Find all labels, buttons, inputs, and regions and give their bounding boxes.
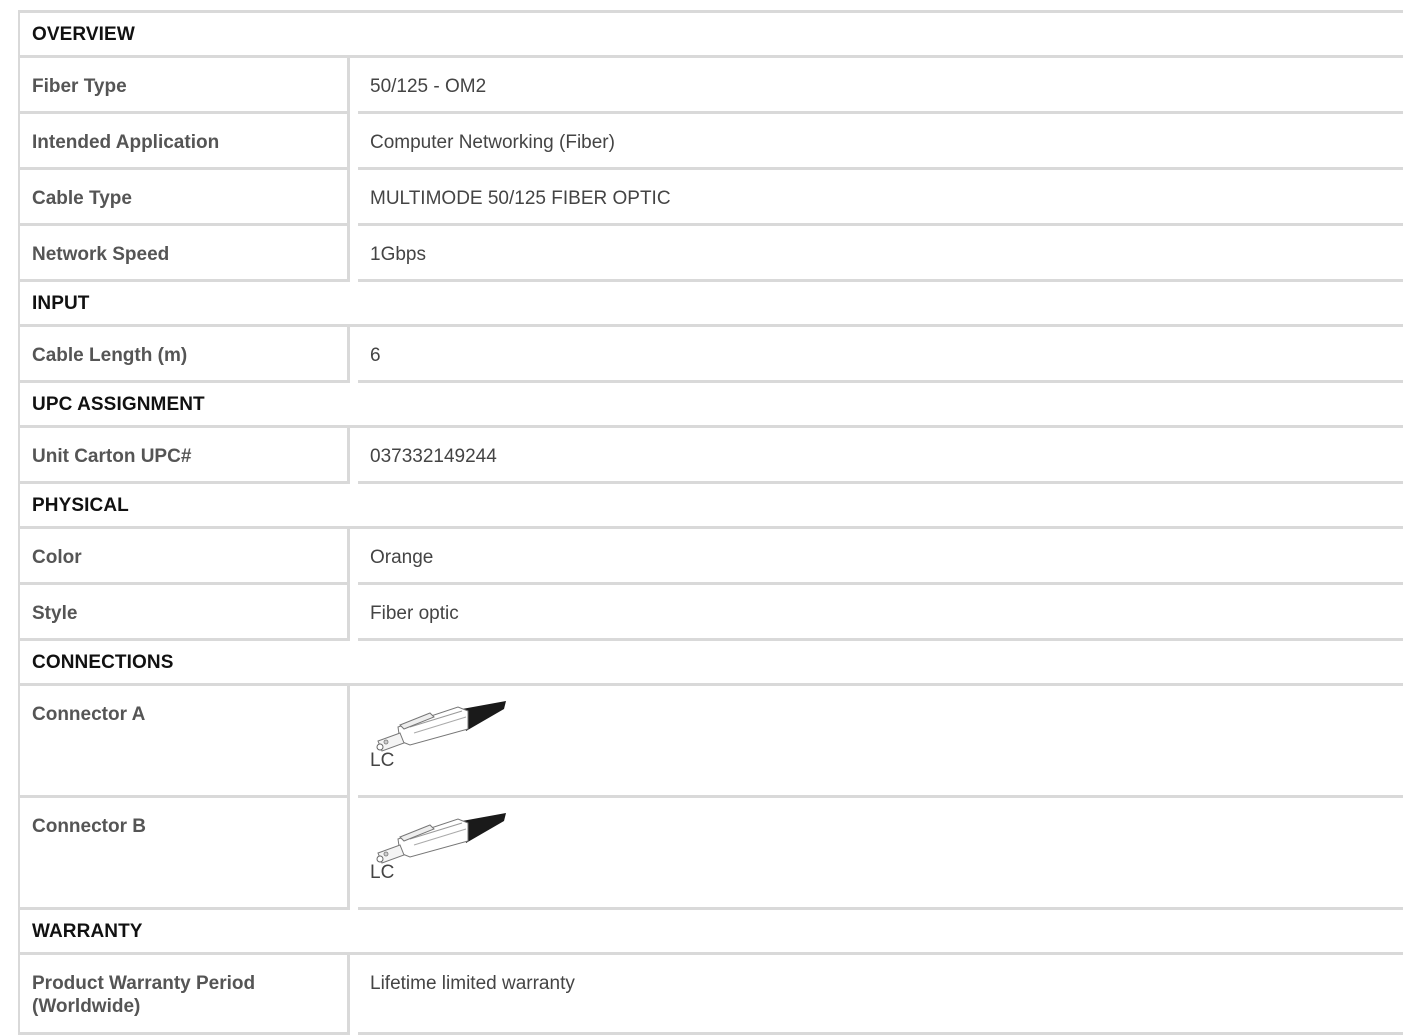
- connector-type-label: LC: [370, 750, 395, 771]
- spec-value: MULTIMODE 50/125 FIBER OPTIC: [358, 170, 1403, 226]
- spec-value: LC: [358, 686, 1403, 798]
- spec-row-connector-a: Connector A LC: [20, 686, 1403, 798]
- section-title: CONNECTIONS: [32, 652, 174, 673]
- spec-row-color: Color Orange: [20, 529, 1403, 585]
- spec-label: Network Speed: [20, 226, 350, 282]
- section-title: OVERVIEW: [32, 24, 135, 45]
- section-title: PHYSICAL: [32, 495, 129, 516]
- spec-row-cable-length: Cable Length (m) 6: [20, 327, 1403, 383]
- lc-connector-icon: [376, 701, 506, 752]
- spec-row-unit-carton-upc: Unit Carton UPC# 037332149244: [20, 428, 1403, 484]
- lc-connector-icon: [376, 813, 506, 864]
- spec-value: Fiber optic: [358, 585, 1403, 641]
- spec-label: Cable Type: [20, 170, 350, 226]
- spec-value: 037332149244: [358, 428, 1403, 484]
- spec-value: Computer Networking (Fiber): [358, 114, 1403, 170]
- section-header-upc-assignment: UPC ASSIGNMENT: [20, 383, 1403, 428]
- spec-value: LC: [358, 798, 1403, 910]
- section-header-physical: PHYSICAL: [20, 484, 1403, 529]
- section-header-overview: OVERVIEW: [20, 13, 1403, 58]
- spec-label: Style: [20, 585, 350, 641]
- spec-label: Intended Application: [20, 114, 350, 170]
- spec-value: 50/125 - OM2: [358, 58, 1403, 114]
- spec-row-fiber-type: Fiber Type 50/125 - OM2: [20, 58, 1403, 114]
- section-title: INPUT: [32, 293, 90, 314]
- spec-row-network-speed: Network Speed 1Gbps: [20, 226, 1403, 282]
- section-header-warranty: WARRANTY: [20, 910, 1403, 955]
- spec-table: OVERVIEW Fiber Type 50/125 - OM2 Intende…: [18, 10, 1403, 1035]
- section-title: WARRANTY: [32, 921, 143, 942]
- spec-label: Cable Length (m): [20, 327, 350, 383]
- spec-label: Connector A: [20, 686, 350, 798]
- spec-value: 1Gbps: [358, 226, 1403, 282]
- spec-label: Connector B: [20, 798, 350, 910]
- section-header-connections: CONNECTIONS: [20, 641, 1403, 686]
- section-title: UPC ASSIGNMENT: [32, 394, 205, 415]
- spec-label: Fiber Type: [20, 58, 350, 114]
- spec-label: Product Warranty Period (Worldwide): [20, 955, 350, 1035]
- spec-value: 6: [358, 327, 1403, 383]
- connector-type-label: LC: [370, 862, 395, 883]
- spec-value: Lifetime limited warranty: [358, 955, 1403, 1035]
- spec-label: Color: [20, 529, 350, 585]
- spec-row-connector-b: Connector B LC: [20, 798, 1403, 910]
- spec-value: Orange: [358, 529, 1403, 585]
- spec-row-style: Style Fiber optic: [20, 585, 1403, 641]
- spec-row-intended-application: Intended Application Computer Networking…: [20, 114, 1403, 170]
- section-header-input: INPUT: [20, 282, 1403, 327]
- spec-label: Unit Carton UPC#: [20, 428, 350, 484]
- spec-row-cable-type: Cable Type MULTIMODE 50/125 FIBER OPTIC: [20, 170, 1403, 226]
- spec-row-warranty-period: Product Warranty Period (Worldwide) Life…: [20, 955, 1403, 1035]
